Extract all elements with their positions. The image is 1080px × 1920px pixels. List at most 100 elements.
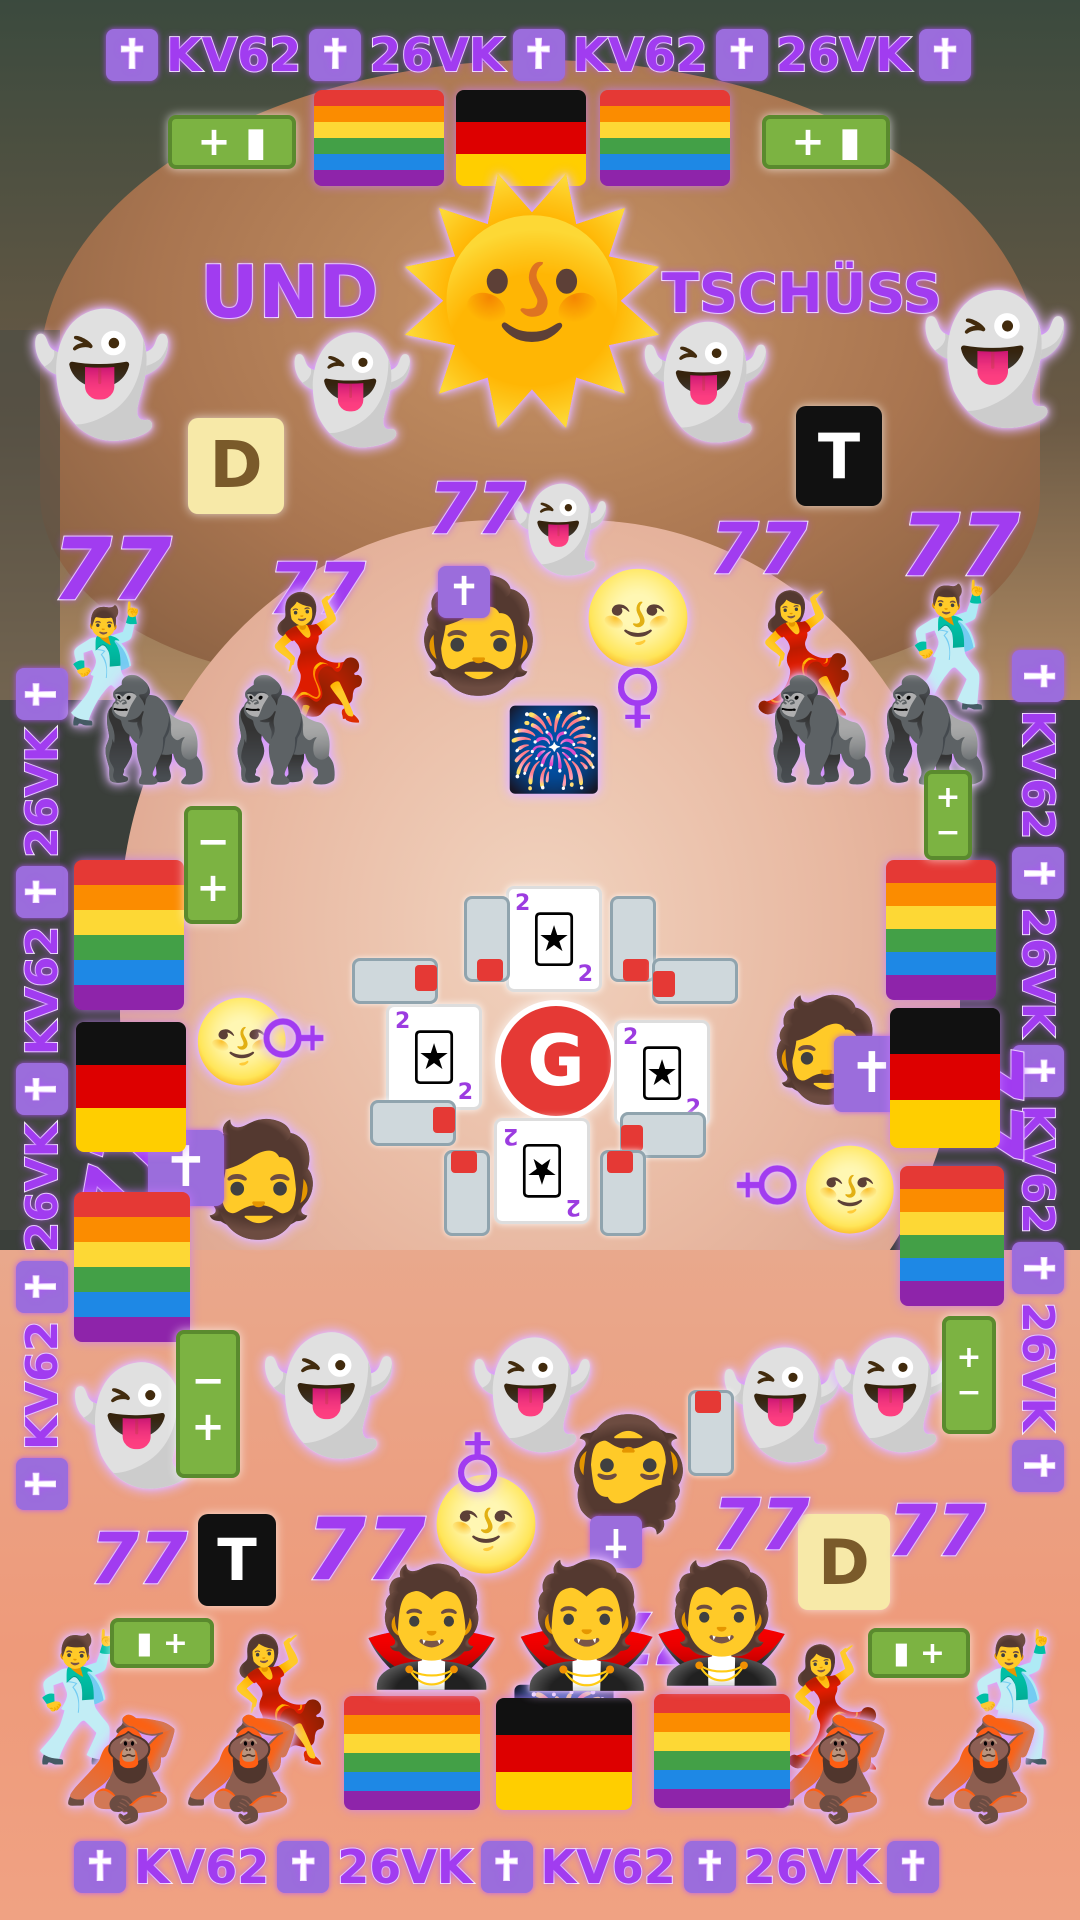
cross-icon: ✝ <box>683 1841 736 1893</box>
ticker-text-a: KV62 <box>16 1320 69 1451</box>
battery-icon <box>444 1150 490 1236</box>
rainbow-flag-icon <box>344 1696 480 1810</box>
number-77: 77 <box>711 1483 810 1567</box>
orangutan-icon: 🦧 <box>60 1711 185 1828</box>
left-ticker: ✝ KV62 ✝ 26VK ✝ KV62 ✝ 26VK ✝ <box>16 668 69 1510</box>
gorilla-icon: 🦍 <box>90 671 215 788</box>
venus-symbol-icon: ♀ <box>452 1424 504 1506</box>
letter-tile-t: T <box>198 1514 276 1606</box>
card-value: 2 <box>577 962 593 987</box>
cross-icon: ✝ <box>309 29 362 81</box>
ticker-text-b: 26VK <box>16 727 69 858</box>
card-value: 2 <box>623 1025 639 1050</box>
card-value: 2 <box>457 1080 473 1105</box>
venus-symbol-icon: ♀ <box>249 1012 332 1064</box>
ghost-icon: 👻 <box>640 321 771 443</box>
ghost-icon: 👻 <box>830 1336 955 1453</box>
germany-flag-icon <box>496 1698 632 1810</box>
ticker-text-b: 26VK <box>775 27 912 83</box>
orangutan-icon: 🦧 <box>180 1711 305 1828</box>
cross-icon: ✝ <box>1012 1439 1064 1492</box>
rainbow-flag-icon <box>900 1166 1004 1306</box>
cross-icon: ✝ <box>16 865 68 918</box>
battery-icon: ▮ + <box>868 1628 970 1678</box>
venus-moon-icon: 🌝 <box>582 566 695 671</box>
cross-icon: ✝ <box>480 1841 533 1893</box>
number-77: 77 <box>709 507 808 591</box>
battery-icon: ▮ + <box>110 1618 214 1668</box>
cross-icon: ✝ <box>106 29 158 81</box>
bottom-ticker: ✝ KV62 ✝ 26VK ✝ KV62 ✝ 26VK ✝ <box>74 1839 940 1895</box>
germany-flag-icon <box>890 1008 1000 1148</box>
cross-icon: ✝ <box>16 1458 68 1510</box>
cross-icon: ✝ <box>438 566 490 618</box>
vampire-icon: 🧛 <box>650 1556 794 1690</box>
gorilla-icon: 🦍 <box>222 671 347 788</box>
orangutan-icon: 🦧 <box>920 1711 1045 1828</box>
battery-icon <box>352 958 438 1004</box>
cross-icon: ✝ <box>887 1841 940 1893</box>
joker-card-icon: 🃏 2 2 <box>386 1004 482 1110</box>
battery-icon: + − <box>942 1316 996 1434</box>
gorilla-icon: 🦍 <box>870 671 995 788</box>
card-value: 2 <box>503 1123 519 1148</box>
battery-icon <box>688 1390 734 1476</box>
battery-icon: − + <box>184 806 242 924</box>
battery-icon: − + <box>176 1330 240 1478</box>
cross-icon: ✝ <box>16 1063 68 1116</box>
number-77: 77 <box>887 1489 986 1573</box>
ticker-text-b: 26VK <box>368 27 505 83</box>
cross-icon: ✝ <box>16 1260 68 1313</box>
germany-flag-icon <box>76 1022 186 1152</box>
cross-icon: ✝ <box>919 29 972 81</box>
rainbow-flag-icon <box>74 1192 190 1342</box>
cross-icon: ✝ <box>1012 847 1064 900</box>
ticker-text-b: 26VK <box>1012 1301 1065 1432</box>
venus-symbol-icon: ♀ <box>612 654 664 736</box>
gorilla-icon: 🦍 <box>758 671 883 788</box>
venus-moon-icon: 🌝 <box>800 1143 900 1236</box>
ticker-text-b: 26VK <box>743 1839 880 1895</box>
ticker-text-a: KV62 <box>16 925 69 1056</box>
sun-with-face-icon: 🌞 <box>395 172 669 428</box>
rainbow-flag-icon <box>886 860 996 1000</box>
vampire-icon: 🧛 <box>360 1560 504 1694</box>
rainbow-flag-icon <box>654 1694 790 1808</box>
ghost-icon: 👻 <box>260 1331 397 1459</box>
number-77: 77 <box>427 467 526 551</box>
video-frame: ✝ KV62 ✝ 26VK ✝ KV62 ✝ 26VK ✝ ✝ KV62 ✝ 2… <box>0 0 1080 1920</box>
ticker-text-b: 26VK <box>1012 906 1065 1037</box>
ghost-icon: 👻 <box>290 331 415 448</box>
card-value: 2 <box>515 891 531 916</box>
ticker-text-a: KV62 <box>165 27 302 83</box>
joker-card-icon: 🃏 2 2 <box>614 1020 710 1126</box>
letter-tile-t: T <box>796 406 882 506</box>
ghost-icon: 👻 <box>30 308 174 442</box>
battery-icon <box>652 958 738 1004</box>
word-tschuss: TSCHÜSS <box>661 261 943 326</box>
letter-tile-d: D <box>798 1514 890 1610</box>
word-und: UND <box>199 249 379 335</box>
number-77: 77 <box>89 1517 188 1601</box>
center-letter: G <box>527 1020 585 1102</box>
battery-icon: + − <box>924 770 972 860</box>
ghost-icon: 👻 <box>720 1346 845 1463</box>
ticker-text-b: 26VK <box>16 1122 69 1253</box>
vampire-icon: 🧛 <box>512 1556 662 1695</box>
center-g-badge: G <box>495 1000 617 1122</box>
cross-icon: ✝ <box>512 29 565 81</box>
rainbow-flag-icon <box>74 860 184 1010</box>
ticker-text-a: KV62 <box>1012 709 1065 840</box>
battery-icon <box>610 896 656 982</box>
battery-icon <box>370 1100 456 1146</box>
bearded-person-icon: 🧔 <box>560 1411 697 1539</box>
cross-icon: ✝ <box>74 1841 126 1893</box>
cross-icon: ✝ <box>277 1841 330 1893</box>
ticker-text-a: KV62 <box>540 1839 677 1895</box>
ghost-icon: 👻 <box>920 290 1070 429</box>
fireworks-icon: 🎆 <box>504 703 604 796</box>
joker-card-icon: 🃏 2 2 <box>494 1118 590 1224</box>
card-value: 2 <box>565 1194 581 1219</box>
battery-icon <box>600 1150 646 1236</box>
top-ticker: ✝ KV62 ✝ 26VK ✝ KV62 ✝ 26VK ✝ <box>106 27 972 83</box>
